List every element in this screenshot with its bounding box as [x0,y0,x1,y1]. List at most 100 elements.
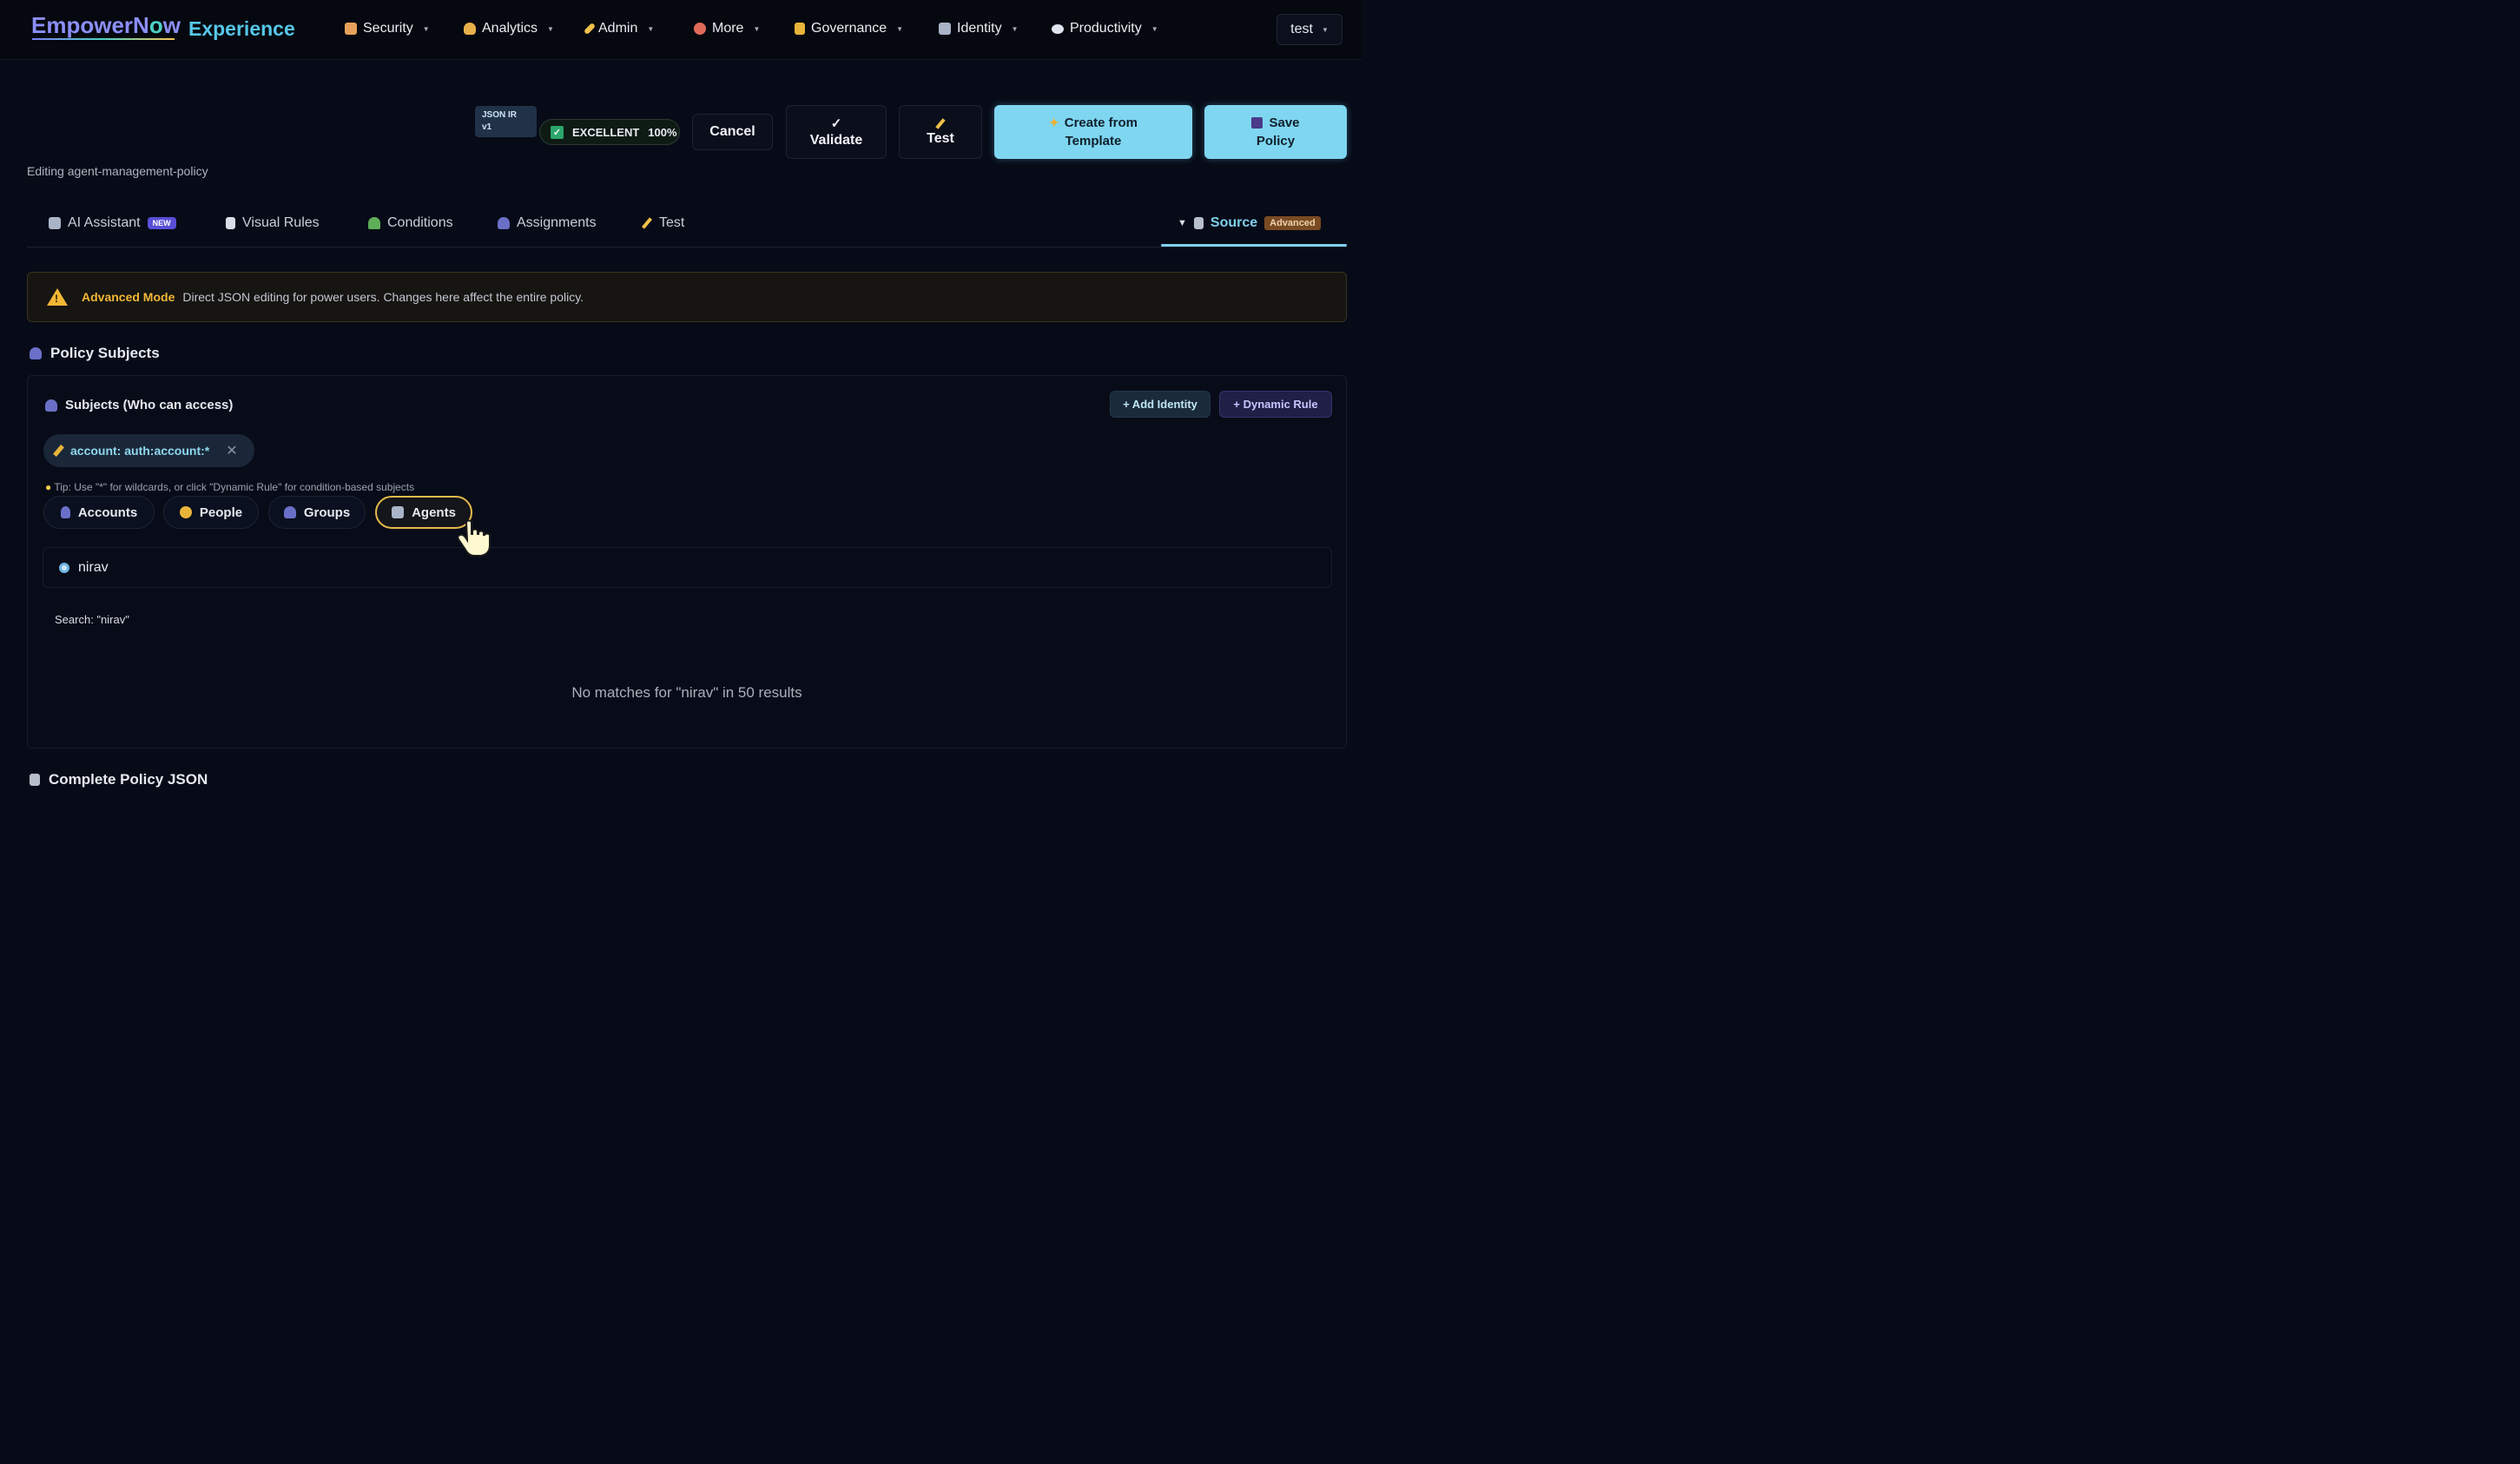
dynamic-rule-button[interactable]: + Dynamic Rule [1219,391,1332,418]
circle-icon [694,23,706,35]
tip-text: Tip: Use "*" for wildcards, or click "Dy… [54,481,415,493]
users-icon [498,217,510,229]
floppy-disk-icon [1251,117,1263,129]
brand-name-part: w [162,12,181,38]
checkmark-icon: ✓ [830,116,842,131]
user-icon [60,506,70,518]
section-title: Complete Policy JSON [49,771,208,788]
tab-conditions[interactable]: Conditions [368,215,453,231]
sparkle-icon: ✦ [1049,115,1059,129]
dynamic-rule-label: + Dynamic Rule [1233,398,1318,411]
editing-status: Editing agent-management-policy [27,164,208,178]
save-label: Save [1269,115,1300,130]
nav-label: Governance [811,21,887,36]
brand-name-part: o [148,12,163,38]
nav-label: Admin [598,21,638,36]
tree-icon [368,217,380,229]
quality-badge: ✓ EXCELLENT 100% [539,119,680,145]
nav-label: Productivity [1070,21,1142,36]
robot-icon [939,23,951,35]
validate-button[interactable]: ✓ Validate [786,105,887,159]
add-identity-label: + Add Identity [1123,398,1197,411]
document-icon [30,774,40,786]
quality-score: 100% [648,125,677,139]
pencil-icon [935,117,946,129]
caret-down-icon: ▼ [1321,25,1329,34]
money-bag-icon [464,23,476,35]
close-icon[interactable]: ✕ [226,442,237,459]
clipboard-icon [226,217,235,229]
user-menu-label: test [1290,22,1313,36]
save-policy-button[interactable]: Save Policy [1204,105,1347,159]
tab-label: Conditions [387,215,453,230]
nav-label: Analytics [482,21,538,36]
tab-label: Visual Rules [242,215,320,230]
tab-ai-assistant[interactable]: AI Assistant NEW [49,215,176,231]
users-icon [45,399,57,412]
complete-policy-json-heading: Complete Policy JSON [30,771,208,788]
subject-chip-label: account: auth:account:* [70,444,210,458]
cancel-button[interactable]: Cancel [692,114,773,150]
caret-down-icon: ▼ [1151,24,1158,33]
person-icon [179,506,192,518]
subjects-panel: Subjects (Who can access) + Add Identity… [27,375,1347,748]
shield-icon [345,23,357,35]
nav-governance[interactable]: Governance ▼ [795,21,903,36]
save-label: Policy [1256,134,1296,148]
advanced-mode-warning: ! Advanced Mode Direct JSON editing for … [27,272,1347,322]
filter-label: Accounts [77,504,138,520]
wildcard-tip: ● Tip: Use "*" for wildcards, or click "… [45,481,414,493]
nav-admin[interactable]: Admin ▼ [583,21,655,36]
hand-pointer-cursor-icon [458,519,491,557]
subject-chip: account: auth:account:* ✕ [43,434,254,467]
caret-down-icon: ▼ [547,24,554,33]
format-badge: JSON IR v1 [475,106,537,137]
nav-more[interactable]: More ▼ [694,21,760,36]
filter-people[interactable]: People [163,496,259,529]
search-summary: Search: "nirav" [55,613,129,626]
user-menu-button[interactable]: test ▼ [1276,14,1342,45]
caret-down-icon: ▼ [753,24,761,33]
tab-label: Source [1210,215,1258,230]
tab-assignments[interactable]: Assignments [498,215,597,231]
subjects-heading: Subjects (Who can access) [45,398,233,412]
test-button[interactable]: Test [899,105,982,159]
cancel-label: Cancel [709,124,755,139]
caret-down-icon: ▼ [647,24,655,33]
nav-security[interactable]: Security ▼ [345,21,430,36]
format-badge-line: v1 [482,122,492,132]
create-template-label: Template [1065,134,1122,148]
robot-icon [49,217,61,229]
brand-name-part: EmpowerN [31,12,149,38]
nav-identity[interactable]: Identity ▼ [939,21,1019,36]
no-results-message: No matches for "nirav" in 50 results [571,684,802,701]
create-from-template-button[interactable]: ✦ Create from Template [994,105,1192,159]
subject-search[interactable]: nirav [43,547,1332,588]
search-input-value[interactable]: nirav [78,560,109,576]
format-badge-line: JSON IR [482,110,518,120]
add-identity-button[interactable]: + Add Identity [1110,391,1211,418]
nav-productivity[interactable]: Productivity ▼ [1052,21,1158,36]
tab-label: Test [659,215,685,230]
robot-icon [392,506,405,518]
section-title: Policy Subjects [50,345,160,361]
tab-visual-rules[interactable]: Visual Rules [226,215,320,231]
filter-accounts[interactable]: Accounts [43,496,155,529]
brand-logo[interactable]: EmpowerNow [31,12,181,39]
editor-tabs: AI Assistant NEW Visual Rules Conditions… [27,205,1347,247]
nav-analytics[interactable]: Analytics ▼ [464,21,554,36]
tab-label: AI Assistant [68,215,141,230]
filter-groups[interactable]: Groups [268,496,366,529]
tab-test[interactable]: Test [641,215,685,231]
search-icon [59,562,69,573]
subjects-title: Subjects (Who can access) [65,398,234,412]
brand-underline [32,38,175,40]
speech-bubble-icon [1052,23,1064,34]
users-icon [30,347,42,359]
create-template-label: Create from [1064,115,1138,130]
filter-label: Groups [303,504,351,520]
tab-source[interactable]: ▼ Source Advanced [1178,215,1321,231]
test-label: Test [927,130,954,146]
lock-icon [795,23,805,35]
nav-label: More [712,21,744,36]
